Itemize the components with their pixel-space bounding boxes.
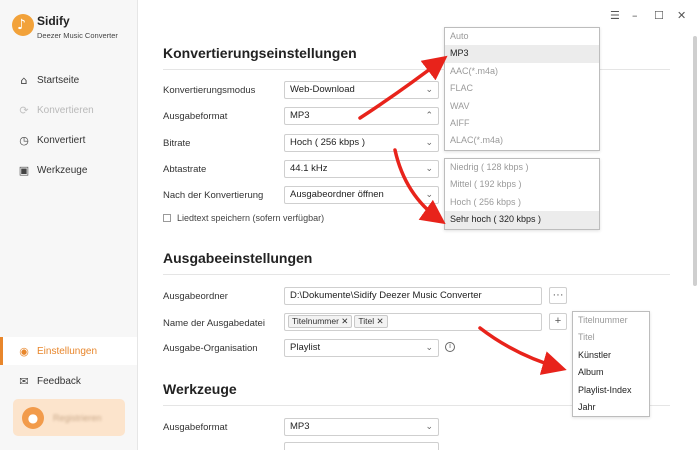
bitrate-label: Bitrate [163, 138, 191, 149]
format-option[interactable]: MP3 [445, 45, 599, 63]
home-icon: ⌂ [20, 73, 28, 87]
naming-option[interactable]: Titelnummer [573, 312, 649, 329]
sidebar-item-werkzeuge[interactable]: ▣ Werkzeuge [0, 156, 137, 184]
chevron-down-icon: ⌄ [425, 138, 433, 148]
sidebar-item-label: Einstellungen [37, 345, 98, 357]
organization-value: Playlist [290, 342, 321, 353]
info-icon[interactable]: i [445, 342, 455, 352]
organization-select[interactable]: Playlist ⌄ [284, 339, 439, 357]
sidebar-item-label: Feedback [37, 375, 81, 387]
sidebar-item-label: Konvertieren [37, 104, 94, 116]
convert-icon: ⟳ [19, 103, 29, 117]
bitrate-option[interactable]: Mittel ( 192 kbps ) [445, 176, 599, 193]
format-option[interactable]: WAV [445, 98, 599, 115]
arrow-to-naming-options [478, 326, 567, 375]
sidebar: ♪ Sidify Deezer Music Converter ⌂ Starts… [0, 0, 138, 450]
sidebar-item-konvertiert[interactable]: ◷ Konvertiert [0, 126, 137, 154]
bitrate-option[interactable]: Sehr hoch ( 320 kbps ) [445, 211, 599, 229]
format-option[interactable]: AAC(*.m4a) [445, 63, 599, 80]
samplerate-select[interactable]: 44.1 kHz ⌄ [284, 160, 439, 178]
bitrate-option[interactable]: Niedrig ( 128 kbps ) [445, 159, 599, 176]
lyrics-label: Liedtext speichern (sofern verfügbar) [177, 213, 325, 223]
naming-option[interactable]: Titel [573, 329, 649, 346]
mode-select[interactable]: Web-Download ⌄ [284, 81, 439, 99]
format-dropdown: Auto MP3 AAC(*.m4a) FLAC WAV AIFF ALAC(*… [444, 27, 600, 151]
output-section-title: Ausgabeeinstellungen [163, 250, 313, 266]
divider [163, 274, 670, 275]
tools-next-select[interactable] [284, 442, 439, 450]
bitrate-dropdown: Niedrig ( 128 kbps ) Mittel ( 192 kbps )… [444, 158, 600, 230]
folder-label: Ausgabeordner [163, 291, 228, 302]
after-select[interactable]: Ausgabeordner öffnen ⌄ [284, 186, 439, 204]
naming-option[interactable]: Playlist-Index [573, 382, 649, 399]
sidebar-item-startseite[interactable]: ⌂ Startseite [0, 66, 137, 94]
menu-icon[interactable]: ☰ [610, 10, 620, 22]
app-name: Sidify [37, 14, 70, 28]
tools-section-title: Werkzeuge [163, 381, 237, 397]
bitrate-value: Hoch ( 256 kbps ) [290, 137, 365, 148]
format-option[interactable]: ALAC(*.m4a) [445, 132, 599, 149]
register-button[interactable]: ● Registrieren [13, 399, 125, 436]
chevron-down-icon: ⌄ [425, 190, 433, 200]
tools-format-value: MP3 [290, 421, 310, 432]
mode-value: Web-Download [290, 84, 355, 95]
format-select[interactable]: MP3 ⌃ [284, 107, 439, 125]
clock-icon: ◷ [19, 133, 29, 147]
conversion-section-title: Konvertierungseinstellungen [163, 45, 357, 61]
toolbox-icon: ▣ [18, 163, 30, 177]
sidebar-item-feedback[interactable]: ✉ Feedback [0, 367, 137, 395]
add-tag-button[interactable]: + [549, 313, 567, 330]
samplerate-label: Abtastrate [163, 164, 207, 175]
settings-icon: ◉ [19, 344, 29, 358]
after-value: Ausgabeordner öffnen [290, 189, 384, 200]
chevron-down-icon: ⌄ [425, 422, 433, 432]
sidebar-item-label: Werkzeuge [37, 164, 88, 176]
music-note-icon: ♪ [17, 17, 26, 33]
sidebar-item-konvertieren[interactable]: ⟳ Konvertieren [0, 96, 137, 124]
bitrate-select[interactable]: Hoch ( 256 kbps ) ⌄ [284, 134, 439, 152]
naming-option[interactable]: Künstler [573, 347, 649, 364]
bitrate-option[interactable]: Hoch ( 256 kbps ) [445, 194, 599, 211]
output-folder-field[interactable]: D:\Dokumente\Sidify Deezer Music Convert… [284, 287, 542, 305]
format-option[interactable]: AIFF [445, 115, 599, 132]
chevron-down-icon: ⌄ [425, 164, 433, 174]
after-label: Nach der Konvertierung [163, 190, 264, 201]
scrollbar[interactable] [692, 36, 698, 446]
format-label: Ausgabeformat [163, 111, 228, 122]
sidebar-item-label: Startseite [37, 74, 80, 86]
app-subtitle: Deezer Music Converter [37, 31, 118, 40]
lyrics-checkbox[interactable] [163, 214, 171, 222]
filename-tag[interactable]: Titelnummer ✕ [288, 315, 353, 328]
filename-tag[interactable]: Titel ✕ [354, 315, 388, 328]
tools-format-select[interactable]: MP3 ⌄ [284, 418, 439, 436]
naming-dropdown: Titelnummer Titel Künstler Album Playlis… [572, 311, 650, 418]
maximize-icon[interactable]: ☐ [654, 10, 664, 22]
close-icon[interactable]: ✕ [677, 10, 686, 22]
tools-format-label: Ausgabeformat [163, 422, 228, 433]
filename-label: Name der Ausgabedatei [163, 318, 265, 329]
format-option[interactable]: Auto [445, 28, 599, 45]
folder-value: D:\Dokumente\Sidify Deezer Music Convert… [290, 290, 482, 301]
format-value: MP3 [290, 110, 310, 121]
samplerate-value: 44.1 kHz [290, 163, 328, 174]
format-option[interactable]: FLAC [445, 80, 599, 97]
user-icon: ● [22, 406, 44, 429]
browse-folder-button[interactable]: ··· [549, 287, 567, 304]
lyrics-option[interactable]: Liedtext speichern (sofern verfügbar) [163, 213, 324, 223]
minimize-icon[interactable]: – [632, 10, 638, 22]
register-label: Registrieren [53, 412, 102, 423]
mode-label: Konvertierungsmodus [163, 85, 256, 96]
naming-option[interactable]: Album [573, 364, 649, 381]
filename-tags-field[interactable]: Titelnummer ✕ Titel ✕ [284, 313, 542, 331]
app-logo: ♪ [12, 14, 34, 36]
sidebar-item-label: Konvertiert [37, 134, 86, 146]
chevron-down-icon: ⌄ [425, 343, 433, 353]
mail-icon: ✉ [19, 374, 29, 388]
chevron-up-icon: ⌃ [425, 111, 433, 121]
sidebar-item-einstellungen[interactable]: ◉ Einstellungen [0, 337, 137, 365]
organization-label: Ausgabe-Organisation [163, 343, 258, 354]
scroll-thumb[interactable] [693, 36, 697, 286]
chevron-down-icon: ⌄ [425, 85, 433, 95]
naming-option[interactable]: Jahr [573, 399, 649, 416]
